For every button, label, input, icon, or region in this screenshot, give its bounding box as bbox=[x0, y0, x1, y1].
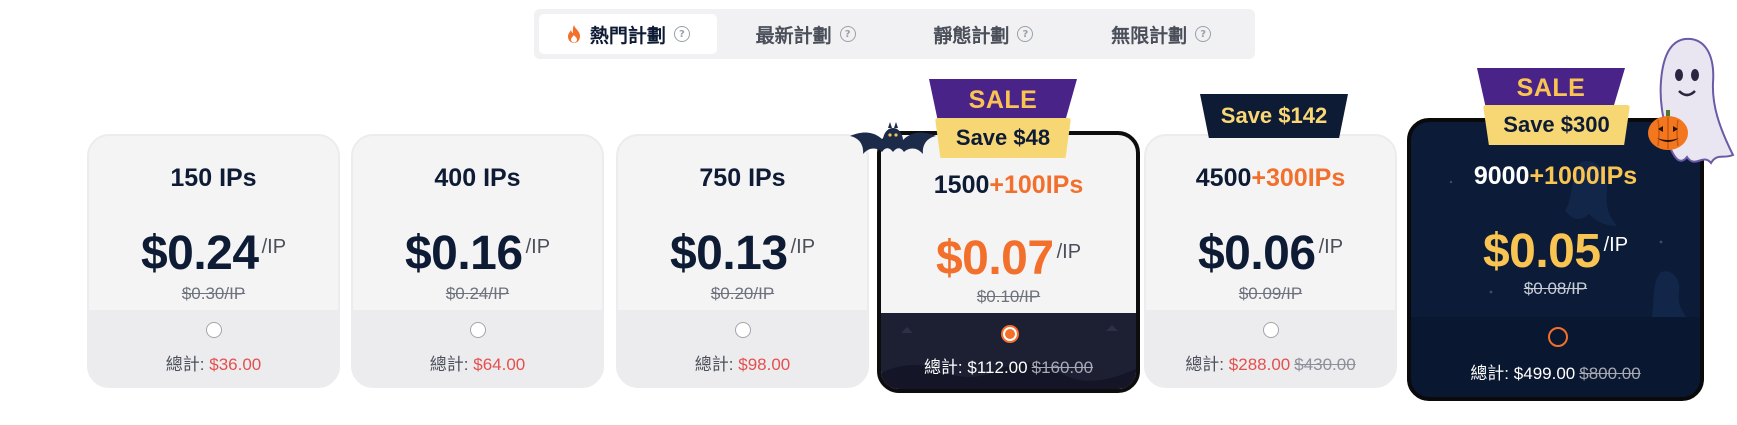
original-price: $0.24/IP bbox=[445, 284, 510, 303]
plan-card-150[interactable]: 150 IPs $0.24/IP $0.30/IP 總計: $36.00 bbox=[87, 134, 340, 388]
price-row: $0.06/IP bbox=[1146, 226, 1395, 281]
tab-label: 最新計劃 bbox=[755, 25, 832, 47]
plan-radio[interactable] bbox=[1547, 327, 1568, 347]
tab-unlimited-plans[interactable]: 無限計劃 ? bbox=[1072, 14, 1250, 54]
card-footer: 總計: $64.00 bbox=[353, 310, 602, 386]
plan-radio[interactable] bbox=[1262, 322, 1279, 338]
save-badge: Save $300 bbox=[1483, 105, 1630, 145]
tab-label: 無限計劃 bbox=[1111, 25, 1188, 47]
tab-latest-plans[interactable]: 最新計劃 ? bbox=[717, 14, 895, 54]
tab-popular-plans[interactable]: 熱門計劃 ? bbox=[539, 14, 717, 54]
save-badge: Save $48 bbox=[935, 118, 1071, 158]
price-unit: /IP bbox=[790, 236, 816, 258]
plan-price: $0.16 bbox=[404, 227, 523, 280]
price-unit: /IP bbox=[1056, 241, 1082, 263]
plan-card-1500[interactable]: 1500+100IPs $0.07/IP $0.10/IP 總計: $112.0… bbox=[877, 131, 1140, 393]
question-icon[interactable]: ? bbox=[839, 26, 856, 42]
price-row: $0.07/IP bbox=[881, 231, 1136, 286]
plan-price: $0.07 bbox=[935, 232, 1054, 285]
plan-price: $0.24 bbox=[140, 227, 259, 280]
pumpkin-icon bbox=[1648, 110, 1688, 150]
plan-card-750[interactable]: 750 IPs $0.13/IP $0.20/IP 總計: $98.00 bbox=[616, 134, 869, 388]
original-price: $0.10/IP bbox=[976, 287, 1041, 306]
plan-card-4500[interactable]: 4500+300IPs $0.06/IP $0.09/IP 總計: $288.0… bbox=[1144, 134, 1397, 388]
price-unit: /IP bbox=[525, 236, 551, 258]
fire-icon bbox=[567, 25, 580, 43]
question-icon[interactable]: ? bbox=[1195, 26, 1212, 42]
plan-tabs: 熱門計劃 ? 最新計劃 ? 靜態計劃 ? 無限計劃 ? bbox=[534, 9, 1255, 59]
original-price: $0.30/IP bbox=[181, 284, 246, 303]
total-price: 總計: $499.00 $800.00 bbox=[1470, 364, 1641, 383]
total-price: 總計: $36.00 bbox=[165, 355, 262, 374]
plan-radio[interactable] bbox=[734, 322, 751, 338]
plan-radio[interactable] bbox=[205, 322, 222, 338]
card-footer: 總計: $36.00 bbox=[89, 310, 338, 386]
plan-radio-selected[interactable] bbox=[1000, 325, 1019, 343]
tab-static-plans[interactable]: 靜態計劃 ? bbox=[895, 14, 1073, 54]
save-badge: Save $142 bbox=[1200, 94, 1348, 138]
bat-icon bbox=[850, 122, 936, 154]
card-footer: 總計: $112.00 $160.00 bbox=[881, 313, 1136, 389]
card-footer: 總計: $98.00 bbox=[618, 310, 867, 386]
total-price: 總計: $64.00 bbox=[429, 355, 526, 374]
plan-title: 400 IPs bbox=[434, 164, 521, 192]
price-row: $0.16/IP bbox=[353, 226, 602, 281]
original-price: $0.20/IP bbox=[710, 284, 775, 303]
tab-label: 靜態計劃 bbox=[933, 25, 1010, 47]
total-price: 總計: $288.00 $430.00 bbox=[1185, 355, 1356, 374]
plan-title: 150 IPs bbox=[170, 164, 257, 192]
plan-price: $0.13 bbox=[669, 227, 788, 280]
plan-price: $0.06 bbox=[1197, 227, 1316, 280]
price-row: $0.13/IP bbox=[618, 226, 867, 281]
total-price: 總計: $112.00 $160.00 bbox=[923, 358, 1094, 377]
tab-label: 熱門計劃 bbox=[589, 25, 666, 47]
sale-badge: SALE bbox=[929, 79, 1077, 121]
price-row: $0.24/IP bbox=[89, 226, 338, 281]
price-unit: /IP bbox=[1318, 236, 1344, 258]
price-unit: /IP bbox=[1603, 234, 1629, 256]
sale-badge: SALE bbox=[1477, 68, 1625, 108]
plan-price: $0.05 bbox=[1482, 225, 1601, 278]
original-price: $0.09/IP bbox=[1238, 284, 1303, 303]
card-footer: 總計: $499.00 $800.00 bbox=[1411, 317, 1700, 397]
plan-card-400[interactable]: 400 IPs $0.16/IP $0.24/IP 總計: $64.00 bbox=[351, 134, 604, 388]
plan-title: 4500+300IPs bbox=[1195, 164, 1346, 192]
original-price: $0.08/IP bbox=[1523, 279, 1588, 298]
price-unit: /IP bbox=[261, 236, 287, 258]
card-footer: 總計: $288.00 $430.00 bbox=[1146, 310, 1395, 386]
plan-radio[interactable] bbox=[469, 322, 486, 338]
price-row: $0.05/IP bbox=[1411, 224, 1700, 279]
question-icon[interactable]: ? bbox=[673, 26, 690, 42]
plan-title: 750 IPs bbox=[699, 164, 786, 192]
total-price: 總計: $98.00 bbox=[694, 355, 791, 374]
question-icon[interactable]: ? bbox=[1017, 26, 1034, 42]
plan-title: 1500+100IPs bbox=[933, 171, 1084, 199]
